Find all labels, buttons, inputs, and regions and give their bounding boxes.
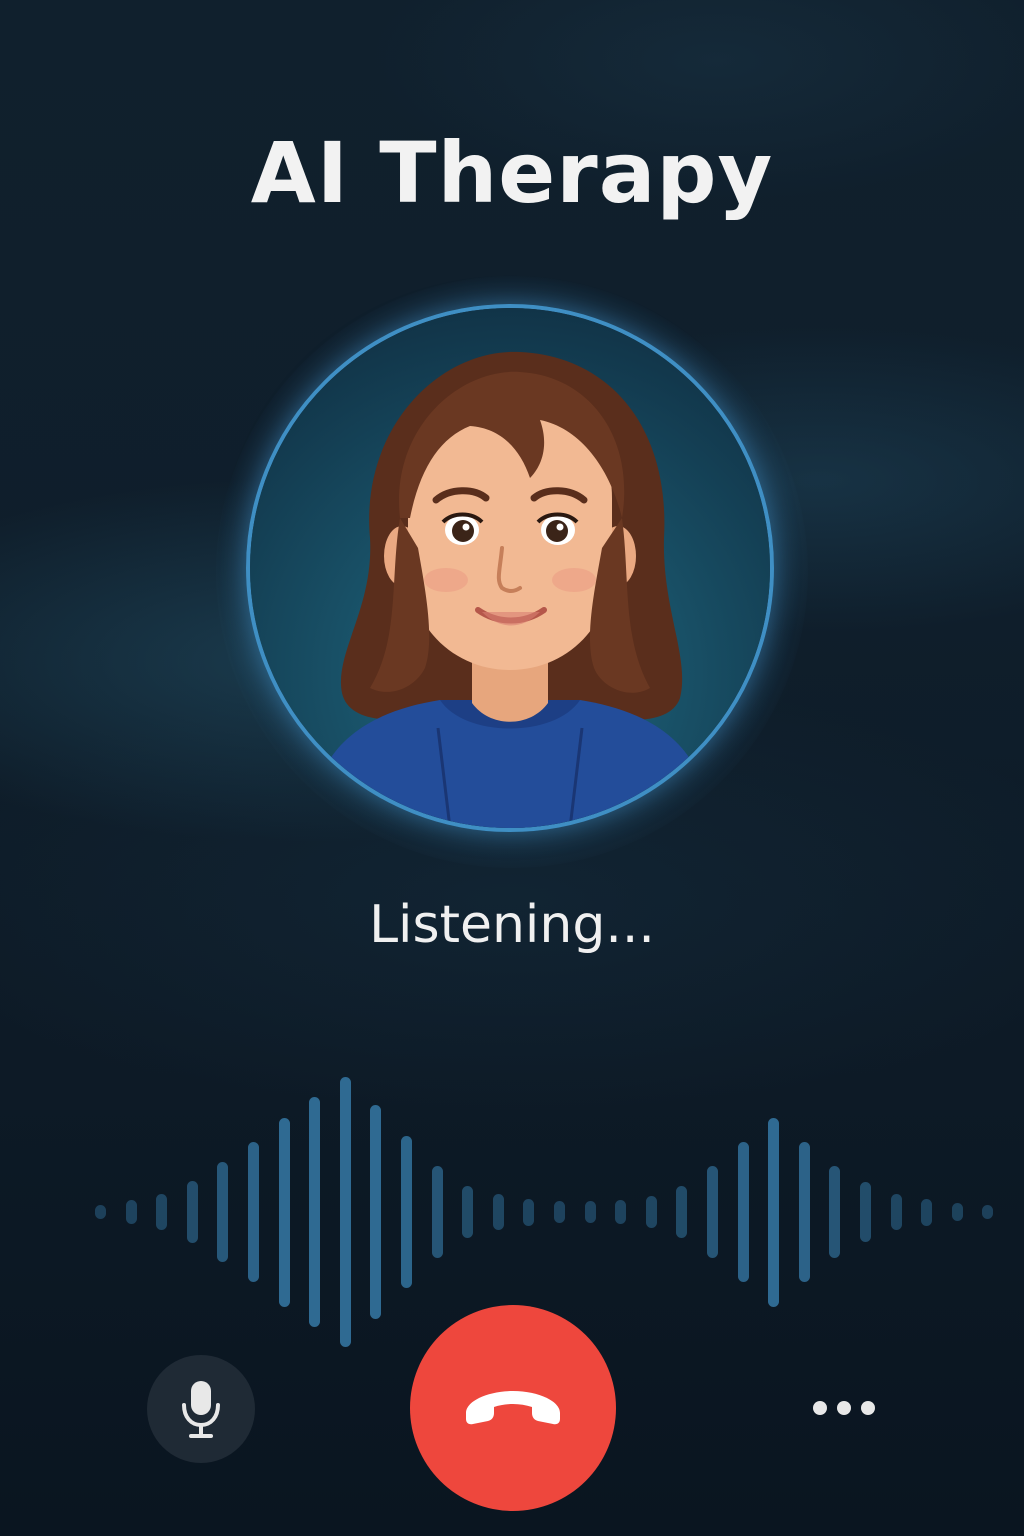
waveform-bar [584,1201,596,1223]
waveform-bar [676,1186,688,1238]
waveform-bar [401,1136,412,1288]
waveform-bar [860,1182,871,1242]
waveform-bar [309,1097,321,1327]
microphone-icon [182,1381,220,1438]
waveform-bar [768,1117,780,1307]
waveform-bar [125,1199,137,1225]
waveform-bar [370,1105,382,1319]
waveform-bar [951,1202,963,1222]
mute-microphone-button[interactable] [147,1355,255,1463]
waveform-bar [707,1166,718,1258]
call-status: Listening... [369,895,655,955]
waveform-bar [217,1162,229,1262]
waveform-bar [523,1198,535,1226]
more-options-button[interactable] [796,1370,892,1446]
end-call-button[interactable] [410,1305,616,1511]
waveform-bar [431,1166,443,1258]
waveform-bar [982,1205,994,1219]
waveform-bar [798,1141,810,1283]
more-dots-icon [813,1401,827,1415]
waveform-bar [615,1199,627,1225]
app-title: AI Therapy [250,124,774,222]
waveform-bar [339,1077,351,1347]
waveform-bar [462,1186,474,1238]
waveform-bar [186,1180,198,1244]
more-dots-icon [837,1401,851,1415]
waveform-bar [829,1166,841,1258]
waveform-bar [554,1201,565,1223]
waveform-bar [156,1194,168,1230]
waveform-bar [737,1141,749,1283]
hang-up-icon [466,1391,560,1425]
therapist-avatar [246,304,774,832]
more-dots-icon [861,1401,875,1415]
avatar-illustration [250,308,770,828]
waveform-bar [645,1195,657,1229]
waveform-bar [890,1194,902,1230]
waveform-bar [95,1205,106,1219]
waveform-bar [921,1198,933,1226]
waveform-bar [278,1117,290,1307]
call-screen: AI Therapy Listening... [0,0,1024,1536]
waveform-bar [248,1141,259,1283]
waveform-bar [492,1194,504,1230]
